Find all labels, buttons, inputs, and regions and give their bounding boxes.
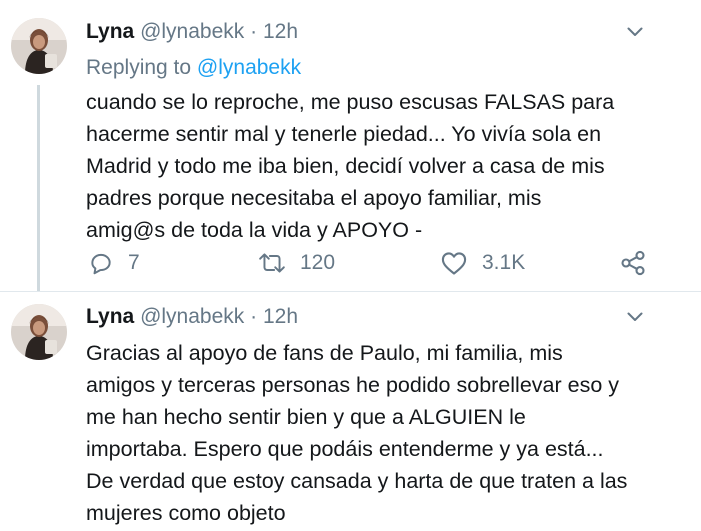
tweet-text-line: Madrid y todo me iba bien, decidí volver… — [86, 154, 605, 178]
author-handle[interactable]: @lynabekk — [140, 20, 244, 43]
tweet-actions: 7 120 3.1K — [0, 248, 701, 278]
reply-button[interactable]: 7 — [88, 248, 140, 278]
tweet[interactable]: Lyna @lynabekk · 12h Replying to @lynabe… — [0, 0, 701, 291]
avatar[interactable] — [11, 18, 67, 74]
tweet-text-line: De verdad que estoy cansada y harta de q… — [86, 469, 628, 493]
replying-to-handle[interactable]: @lynabekk — [197, 56, 301, 79]
author-handle[interactable]: @lynabekk — [140, 305, 244, 328]
tweet-text-line: Gracias al apoyo de fans de Paulo, mi fa… — [86, 341, 563, 365]
avatar-image — [11, 304, 67, 360]
tweet-text-line: padres porque necesitaba el apoyo famili… — [86, 186, 542, 210]
header-separator: · — [250, 20, 258, 43]
replying-to-label: Replying to — [86, 56, 192, 79]
reply-count: 7 — [128, 251, 140, 274]
tweet-text-line: cuando se lo reproche, me puso escusas F… — [86, 90, 615, 114]
tweet-text-line: amigos y terceras personas he podido sob… — [86, 373, 620, 397]
tweet-header: Lyna @lynabekk · 12h — [86, 19, 298, 45]
tweet-text: cuando se lo reproche, me puso escusas F… — [86, 86, 678, 246]
header-separator: · — [250, 305, 258, 328]
tweet-timestamp[interactable]: 12h — [263, 305, 298, 328]
author-name[interactable]: Lyna — [86, 305, 134, 328]
reply-icon — [91, 253, 111, 275]
like-button[interactable]: 3.1K — [440, 248, 525, 278]
share-icon — [621, 250, 645, 276]
avatar-image — [11, 18, 67, 74]
tweet-header: Lyna @lynabekk · 12h — [86, 304, 298, 330]
replying-to: Replying to @lynabekk — [86, 55, 301, 81]
chevron-down-icon[interactable] — [627, 27, 643, 37]
tweet[interactable]: Lyna @lynabekk · 12h Gracias al apoyo de… — [0, 292, 701, 531]
tweet-text-line: amig@s de toda la vida y APOYO - — [86, 218, 423, 242]
chevron-down-icon[interactable] — [627, 312, 643, 322]
tweet-text-line: hacerme sentir mal y tenerle piedad... Y… — [86, 122, 602, 146]
retweet-icon — [259, 253, 285, 273]
retweet-count: 120 — [300, 251, 336, 274]
retweet-button[interactable]: 120 — [258, 248, 335, 278]
tweet-text-line: mujeres como objeto — [86, 501, 286, 525]
avatar[interactable] — [11, 304, 67, 360]
tweet-text-line: importaba. Espero que podáis entenderme … — [86, 437, 604, 461]
tweet-text-line: me han hecho sentir bien y que a ALGUIEN… — [86, 405, 526, 429]
like-count: 3.1K — [482, 251, 526, 274]
tweet-timestamp[interactable]: 12h — [263, 20, 298, 43]
heart-icon — [441, 252, 467, 275]
tweet-text: Gracias al apoyo de fans de Paulo, mi fa… — [86, 337, 678, 529]
share-button[interactable] — [619, 248, 647, 278]
author-name[interactable]: Lyna — [86, 20, 134, 43]
